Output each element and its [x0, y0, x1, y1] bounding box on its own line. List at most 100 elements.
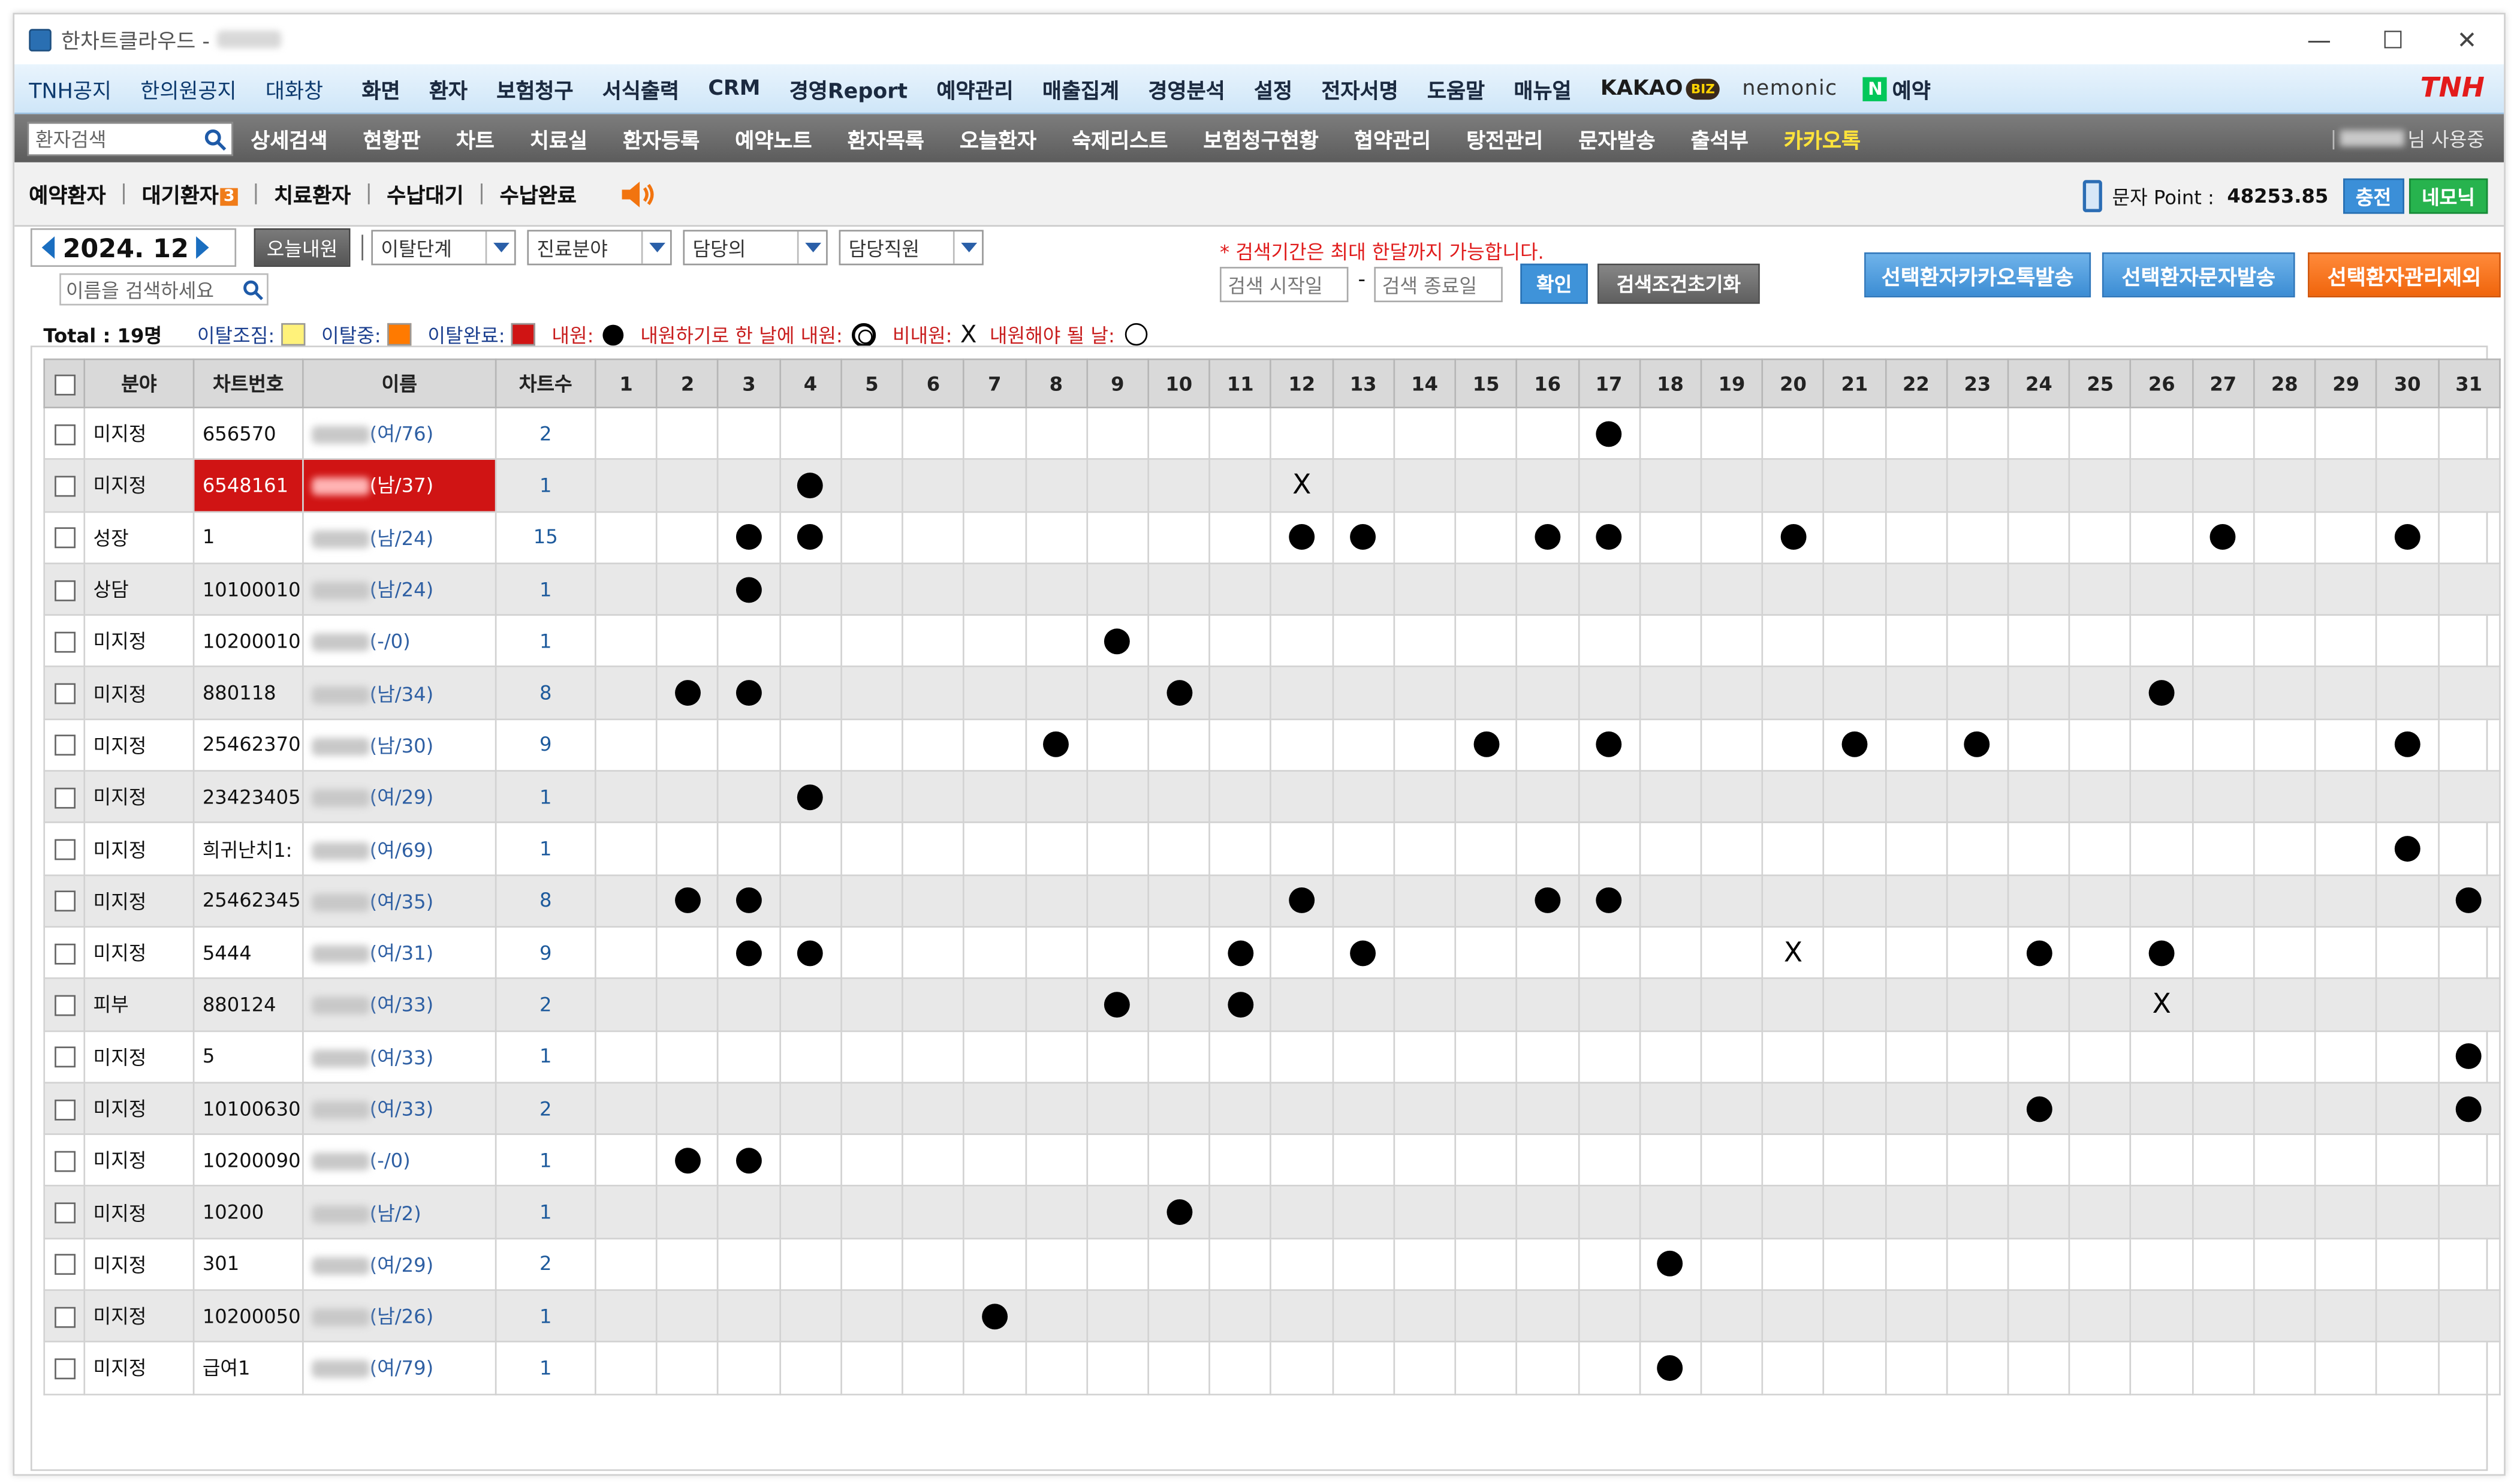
dropout-stage-select[interactable]: 이탈단계	[371, 230, 516, 266]
day-cell[interactable]	[779, 1030, 842, 1083]
table-row[interactable]: 미지정 10100630 (여/33) 2	[43, 1081, 2501, 1136]
day-cell[interactable]	[1024, 1133, 1088, 1187]
day-cell[interactable]	[1086, 407, 1149, 460]
day-cell[interactable]	[1393, 666, 1457, 720]
day-cell[interactable]	[902, 977, 965, 1032]
day-cell[interactable]	[594, 1289, 658, 1343]
search-end-date[interactable]: 검색 종료일	[1374, 267, 1503, 303]
day-cell[interactable]	[779, 1081, 842, 1136]
day-cell[interactable]	[594, 926, 658, 980]
department-select[interactable]: 진료분야	[527, 230, 672, 266]
day-cell[interactable]	[2253, 1030, 2316, 1083]
day-cell[interactable]	[1270, 1289, 1334, 1343]
menu-reservation[interactable]: 예약관리	[922, 73, 1028, 104]
day-cell[interactable]	[2192, 1030, 2255, 1083]
table-row[interactable]: 미지정 25462345 (여/35) 8	[43, 874, 2501, 928]
day-cell[interactable]	[1884, 770, 1948, 824]
day-cell[interactable]	[2314, 926, 2378, 980]
day-cell[interactable]	[1823, 718, 1886, 772]
day-cell[interactable]	[717, 822, 781, 876]
menu-tnh-notice[interactable]: TNH공지	[14, 73, 126, 104]
day-cell[interactable]	[717, 1030, 781, 1083]
day-cell[interactable]	[2376, 1341, 2439, 1395]
header-name[interactable]: 이름	[302, 358, 497, 408]
kakao-biz-logo[interactable]: KAKAO BIZ	[1586, 76, 1726, 101]
day-cell[interactable]	[1331, 977, 1395, 1032]
day-cell[interactable]	[1454, 822, 1518, 876]
day-cell[interactable]	[1700, 977, 1764, 1032]
menu-chat[interactable]: 대화창	[251, 73, 337, 104]
day-cell[interactable]	[963, 562, 1026, 616]
day-cell[interactable]	[1761, 874, 1825, 928]
day-cell[interactable]	[2376, 770, 2439, 824]
day-cell[interactable]	[1086, 458, 1149, 513]
day-cell[interactable]	[2253, 770, 2316, 824]
day-cell[interactable]	[1331, 1341, 1395, 1395]
day-cell[interactable]	[1946, 1289, 2009, 1343]
day-cell[interactable]	[1700, 1030, 1764, 1083]
day-cell[interactable]	[1331, 1185, 1395, 1239]
day-cell[interactable]	[1331, 562, 1395, 616]
day-cell[interactable]	[963, 1030, 1026, 1083]
day-cell[interactable]	[717, 614, 781, 668]
day-cell[interactable]	[1577, 407, 1641, 460]
day-cell[interactable]	[1884, 510, 1948, 564]
day-cell[interactable]	[717, 926, 781, 980]
row-select-cell[interactable]	[43, 926, 86, 980]
day-cell[interactable]	[1454, 458, 1518, 513]
day-cell[interactable]	[656, 977, 719, 1032]
day-cell[interactable]	[1024, 1185, 1088, 1239]
day-cell[interactable]	[1454, 977, 1518, 1032]
day-cell[interactable]	[594, 666, 658, 720]
row-select-cell[interactable]	[43, 1185, 86, 1239]
day-cell[interactable]	[2437, 718, 2501, 772]
maximize-icon[interactable]: ☐	[2356, 14, 2429, 64]
day-cell[interactable]	[1270, 770, 1334, 824]
day-cell[interactable]	[1638, 458, 1702, 513]
day-cell[interactable]	[1884, 614, 1948, 668]
day-cell[interactable]	[1208, 977, 1272, 1032]
day-cell[interactable]	[1516, 1341, 1579, 1395]
day-cell[interactable]	[1638, 614, 1702, 668]
day-cell[interactable]	[2130, 562, 2193, 616]
day-cell[interactable]	[2007, 1133, 2070, 1187]
staff-select[interactable]: 담당직원	[839, 230, 984, 266]
day-cell[interactable]	[1946, 926, 2009, 980]
day-cell[interactable]	[2253, 1081, 2316, 1136]
day-cell[interactable]	[1147, 1185, 1211, 1239]
day-cell[interactable]	[656, 1289, 719, 1343]
day-cell[interactable]	[1208, 1030, 1272, 1083]
day-cell[interactable]	[656, 1185, 719, 1239]
menu2-send-sms[interactable]: 문자발송	[1561, 123, 1673, 153]
day-cell[interactable]	[1270, 977, 1334, 1032]
day-cell[interactable]	[1638, 1341, 1702, 1395]
day-cell[interactable]	[1393, 977, 1457, 1032]
row-checkbox[interactable]	[53, 579, 75, 601]
day-cell[interactable]	[1393, 1237, 1457, 1292]
day-cell[interactable]	[2376, 874, 2439, 928]
day-cell[interactable]	[1516, 977, 1579, 1032]
day-cell[interactable]	[1454, 666, 1518, 720]
day-cell[interactable]	[2314, 666, 2378, 720]
day-cell[interactable]	[1577, 1133, 1641, 1187]
day-cell[interactable]	[1700, 458, 1764, 513]
day-cell[interactable]	[1884, 1289, 1948, 1343]
day-cell[interactable]	[1946, 874, 2009, 928]
table-row[interactable]: 미지정 10200 (남/2) 1	[43, 1185, 2501, 1239]
day-cell[interactable]	[1024, 770, 1088, 824]
day-cell[interactable]	[1147, 1237, 1211, 1292]
day-cell[interactable]	[2069, 977, 2132, 1032]
chart-no-cell[interactable]: 301	[192, 1237, 304, 1292]
day-cell[interactable]	[656, 510, 719, 564]
day-cell[interactable]	[656, 407, 719, 460]
day-cell[interactable]	[779, 822, 842, 876]
menu-insurance-claim[interactable]: 보험청구	[482, 73, 588, 104]
day-cell[interactable]	[2314, 562, 2378, 616]
day-cell[interactable]	[1393, 822, 1457, 876]
day-cell[interactable]	[1516, 1237, 1579, 1292]
day-cell[interactable]	[1208, 1081, 1272, 1136]
name-cell[interactable]: (남/34)	[302, 666, 497, 720]
name-cell[interactable]: (여/76)	[302, 407, 497, 460]
day-cell[interactable]	[1946, 407, 2009, 460]
tab-payment-waiting[interactable]: 수납대기	[372, 179, 478, 209]
